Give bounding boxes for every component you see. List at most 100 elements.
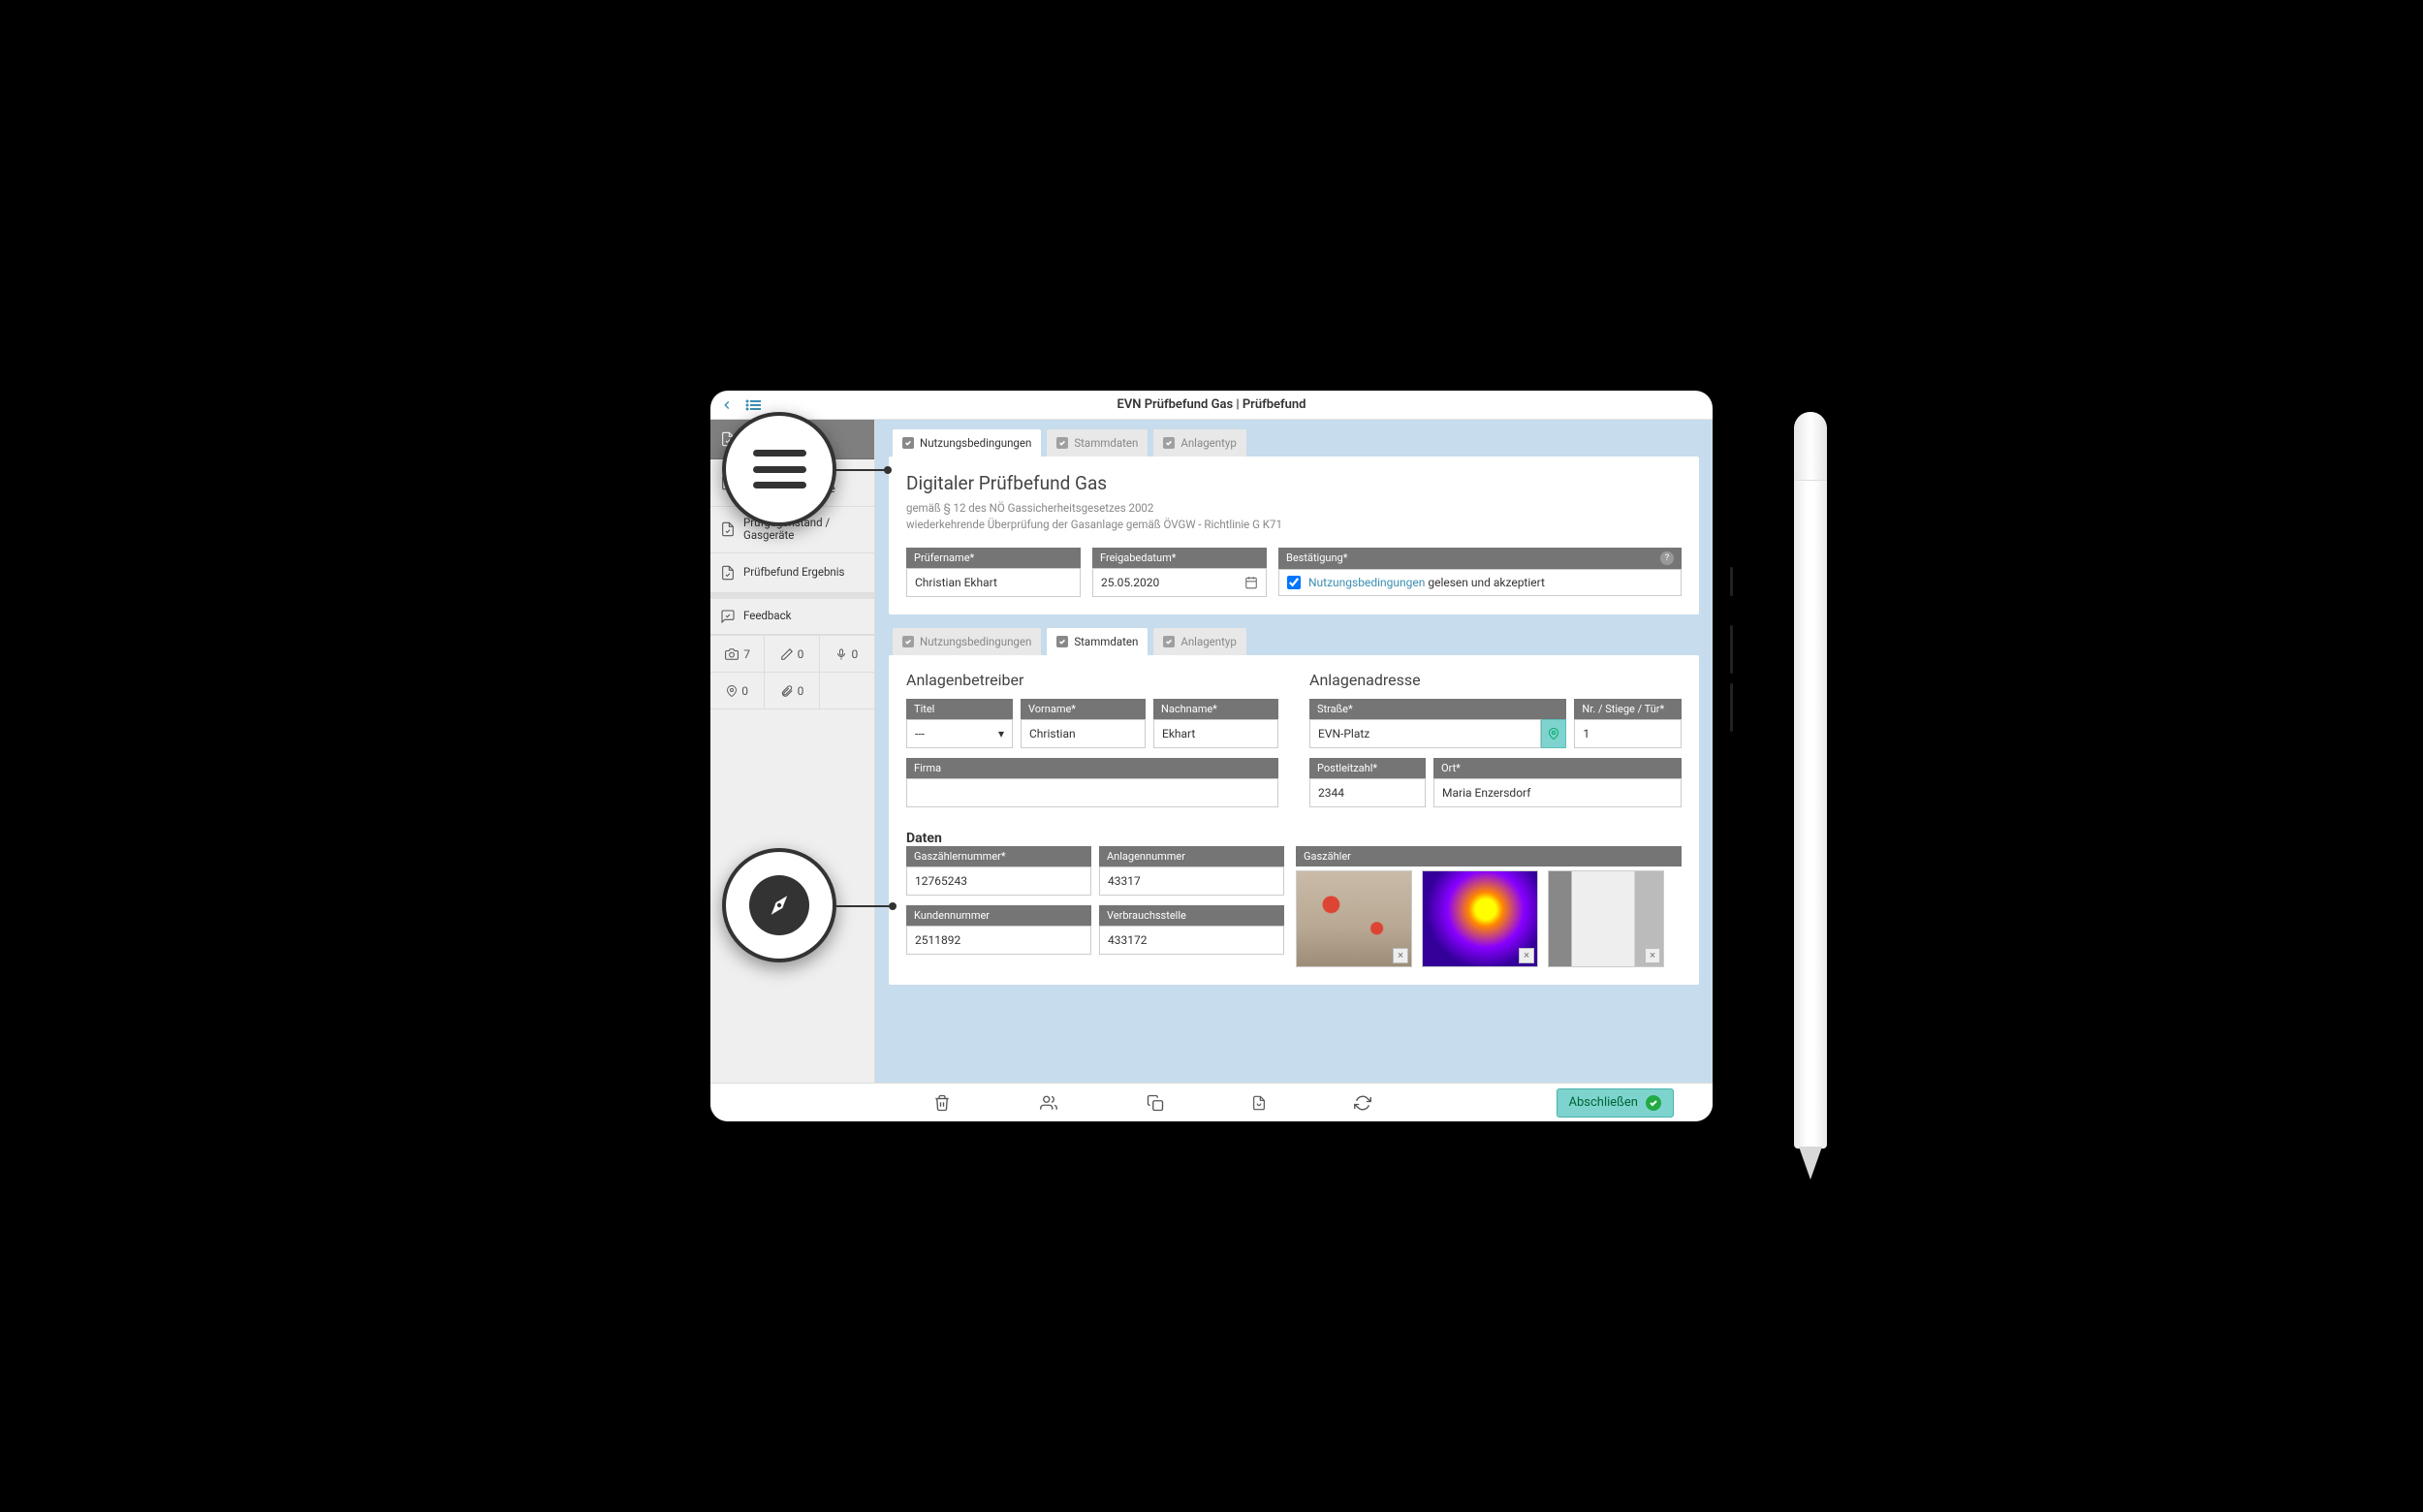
media-mic[interactable]: 0 — [820, 635, 874, 672]
locate-button[interactable] — [1541, 719, 1566, 748]
tab2-stammdaten[interactable]: Stammdaten — [1047, 628, 1148, 655]
daten-title: Daten — [906, 831, 1682, 846]
tab-label: Nutzungsbedingungen — [920, 635, 1031, 648]
pdf-button[interactable] — [1251, 1093, 1267, 1113]
media-counters: 7 0 0 0 — [710, 635, 874, 709]
sidebar-item-label: Feedback — [743, 610, 791, 623]
vorname-input[interactable]: Christian — [1021, 719, 1146, 748]
anlagennummer-input[interactable]: 43317 — [1099, 866, 1284, 896]
compass-icon — [749, 875, 809, 935]
check-icon — [1163, 636, 1175, 647]
media-camera[interactable]: 7 — [710, 635, 765, 672]
stylus — [1794, 412, 1827, 1149]
paperclip-icon — [780, 683, 794, 699]
pin-icon — [1548, 726, 1559, 741]
nachname-label: Nachname* — [1153, 699, 1278, 719]
media-location[interactable]: 0 — [710, 672, 765, 709]
tab2-nutzungsbedingungen[interactable]: Nutzungsbedingungen — [893, 628, 1041, 655]
panel-subtitle-2: wiederkehrende Überprüfung der Gasanlage… — [906, 517, 1682, 533]
microphone-icon — [835, 646, 847, 662]
tab-nutzungsbedingungen[interactable]: Nutzungsbedingungen — [893, 429, 1041, 457]
gaszaehler-photos-label: Gaszähler — [1296, 846, 1682, 866]
media-count: 0 — [851, 647, 858, 661]
bestaetigung-label: Bestätigung* ? — [1278, 548, 1682, 569]
tablet-frame: EVN Prüfbefund Gas | Prüfbefund Prüfbefu… — [693, 373, 1730, 1139]
callout-menu — [722, 412, 836, 526]
page-title: EVN Prüfbefund Gas | Prüfbefund — [710, 397, 1713, 412]
app-header: EVN Prüfbefund Gas | Prüfbefund — [710, 391, 1713, 420]
tab-label: Anlagentyp — [1180, 635, 1236, 648]
tab-anlagentyp[interactable]: Anlagentyp — [1153, 429, 1245, 457]
tab-label: Nutzungsbedingungen — [920, 436, 1031, 450]
finish-button[interactable]: Abschließen — [1557, 1088, 1674, 1118]
list-icon[interactable] — [741, 399, 761, 411]
chevron-down-icon: ▾ — [998, 727, 1004, 740]
tab-label: Stammdaten — [1074, 635, 1138, 648]
ort-label: Ort* — [1433, 758, 1682, 778]
help-icon[interactable]: ? — [1660, 551, 1674, 565]
menu-icon[interactable] — [720, 398, 734, 412]
trash-icon — [933, 1094, 951, 1112]
titel-select[interactable]: --- ▾ — [906, 719, 1013, 748]
check-icon — [902, 437, 914, 449]
media-count: 0 — [741, 684, 748, 698]
panel-title: Digitaler Prüfbefund Gas — [906, 472, 1682, 494]
photo-thumbnail-1[interactable]: × — [1296, 870, 1412, 967]
verbrauchsstelle-label: Verbrauchsstelle — [1099, 905, 1284, 926]
panel-nutzungsbedingungen: Digitaler Prüfbefund Gas gemäß § 12 des … — [889, 457, 1699, 614]
panel-subtitle-1: gemäß § 12 des NÖ Gassicherheitsgesetzes… — [906, 500, 1682, 517]
bestaetigung-text: gelesen und akzeptiert — [1425, 576, 1545, 589]
chat-check-icon — [720, 609, 736, 624]
kundennummer-input[interactable]: 2511892 — [906, 926, 1091, 955]
remove-photo-icon[interactable]: × — [1393, 948, 1408, 963]
sidebar-item-feedback[interactable]: Feedback — [710, 599, 874, 635]
remove-photo-icon[interactable]: × — [1519, 948, 1534, 963]
verbrauchsstelle-input[interactable]: 433172 — [1099, 926, 1284, 955]
bestaetigung-checkbox[interactable] — [1287, 576, 1301, 589]
nr-label: Nr. / Stiege / Tür* — [1574, 699, 1682, 719]
tab2-anlagentyp[interactable]: Anlagentyp — [1153, 628, 1245, 655]
anlagennummer-label: Anlagennummer — [1099, 846, 1284, 866]
plz-input[interactable]: 2344 — [1309, 778, 1426, 807]
hamburger-icon — [753, 450, 806, 488]
trash-button[interactable] — [933, 1094, 951, 1112]
pruefername-input[interactable]: Christian Ekhart — [906, 568, 1081, 597]
bestaetigung-checkbox-row[interactable]: Nutzungsbedingungen gelesen und akzeptie… — [1278, 569, 1682, 596]
media-pencil[interactable]: 0 — [765, 635, 819, 672]
nr-input[interactable]: 1 — [1574, 719, 1682, 748]
titel-label: Titel — [906, 699, 1013, 719]
check-icon — [1163, 437, 1175, 449]
photo-thumbnail-2[interactable]: × — [1422, 870, 1538, 967]
nachname-input[interactable]: Ekhart — [1153, 719, 1278, 748]
media-count: 0 — [798, 684, 804, 698]
copy-button[interactable] — [1147, 1094, 1164, 1112]
refresh-button[interactable] — [1354, 1094, 1371, 1112]
remove-photo-icon[interactable]: × — [1645, 948, 1660, 963]
vorname-label: Vorname* — [1021, 699, 1146, 719]
document-check-icon — [720, 563, 736, 583]
anlagenadresse-title: Anlagenadresse — [1309, 671, 1682, 689]
tab-label: Stammdaten — [1074, 436, 1138, 450]
tab-stammdaten[interactable]: Stammdaten — [1047, 429, 1148, 457]
document-check-icon — [720, 520, 736, 539]
gaszaehlernummer-input[interactable]: 12765243 — [906, 866, 1091, 896]
calendar-icon — [1244, 576, 1258, 589]
media-empty — [820, 672, 874, 709]
refresh-icon — [1354, 1094, 1371, 1112]
copy-icon — [1147, 1094, 1164, 1112]
freigabedatum-input[interactable]: 25.05.2020 — [1092, 568, 1267, 597]
check-icon — [1056, 437, 1068, 449]
users-button[interactable] — [1038, 1094, 1059, 1112]
strasse-input[interactable]: EVN-Platz — [1309, 719, 1541, 748]
ort-input[interactable]: Maria Enzersdorf — [1433, 778, 1682, 807]
firma-input[interactable] — [906, 778, 1278, 807]
photo-thumbnail-3[interactable]: × — [1548, 870, 1664, 967]
nutzungsbedingungen-link[interactable]: Nutzungsbedingungen — [1308, 576, 1425, 589]
pin-icon — [726, 683, 738, 699]
users-icon — [1038, 1094, 1059, 1112]
media-attachment[interactable]: 0 — [765, 672, 819, 709]
footer-bar: Abschließen — [710, 1083, 1713, 1121]
sidebar-item-ergebnis[interactable]: Prüfbefund Ergebnis — [710, 553, 874, 593]
pruefername-label: Prüfername* — [906, 548, 1081, 568]
tab-label: Anlagentyp — [1180, 436, 1236, 450]
